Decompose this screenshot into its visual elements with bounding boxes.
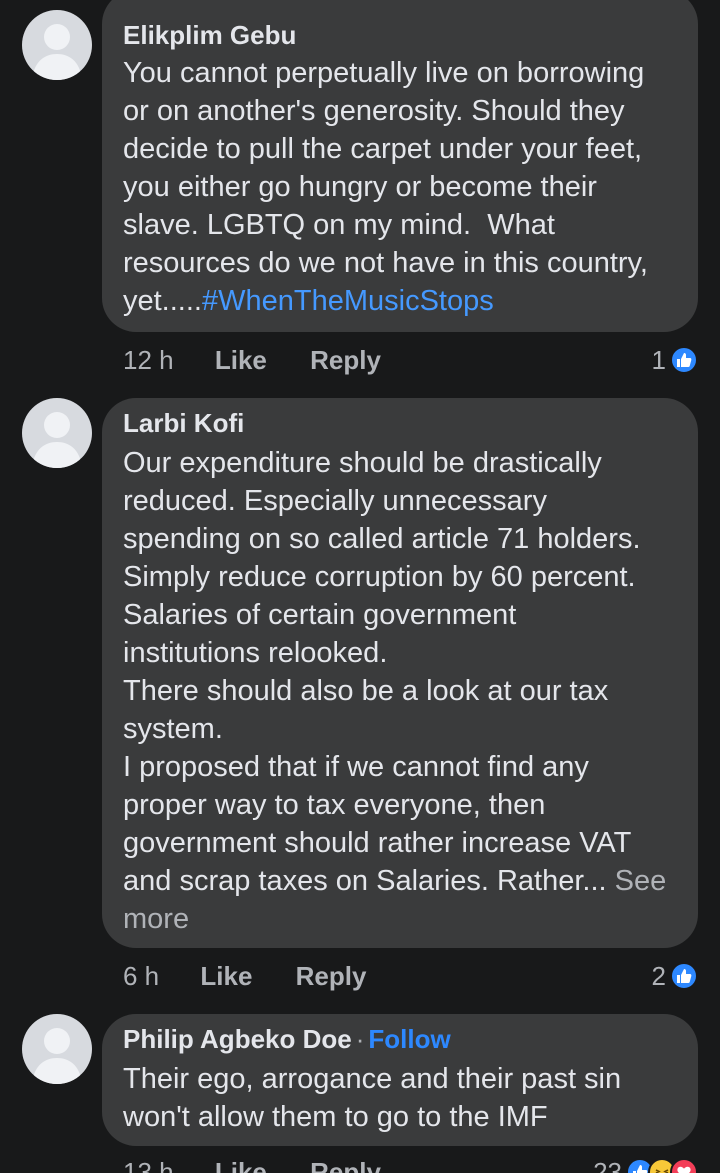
- follow-button[interactable]: Follow: [368, 1024, 450, 1054]
- like-button[interactable]: Like: [200, 961, 252, 991]
- comment-actions: 13 h Like Reply 23: [123, 1152, 698, 1173]
- reaction-count: 23: [593, 1157, 622, 1173]
- timestamp[interactable]: 13 h: [123, 1157, 174, 1173]
- like-icon: [670, 962, 698, 990]
- love-icon: [670, 1158, 698, 1173]
- reply-button[interactable]: Reply: [310, 1157, 381, 1173]
- default-user-icon: [32, 1028, 82, 1084]
- default-user-icon: [32, 24, 82, 80]
- reply-button[interactable]: Reply: [296, 961, 367, 991]
- reaction-summary[interactable]: 1: [652, 340, 698, 380]
- comment-text: Our expenditure should be drastically re…: [123, 447, 641, 897]
- avatar[interactable]: [22, 1014, 92, 1084]
- comment-feed: Elikplim Gebu You cannot perpetually liv…: [0, 0, 720, 1173]
- reaction-summary[interactable]: 23: [593, 1152, 698, 1173]
- like-button[interactable]: Like: [215, 345, 267, 375]
- author-name[interactable]: Elikplim Gebu: [123, 20, 296, 50]
- comment-text: You cannot perpetually live on borrowing…: [123, 57, 648, 317]
- reaction-summary[interactable]: 2: [652, 956, 698, 996]
- reaction-count: 2: [651, 961, 666, 991]
- comment-actions: 12 h Like Reply 1: [123, 340, 698, 380]
- comment-bubble: Elikplim Gebu You cannot perpetually liv…: [102, 0, 698, 332]
- author-name[interactable]: Philip Agbeko Doe: [123, 1024, 352, 1054]
- reaction-count: 1: [651, 345, 666, 375]
- comment-text: Their ego, arrogance and their past sin …: [123, 1063, 622, 1133]
- hashtag-link[interactable]: #WhenTheMusicStops: [202, 285, 494, 317]
- author-name[interactable]: Larbi Kofi: [123, 408, 244, 438]
- comment-bubble: Philip Agbeko Doe · Follow Their ego, arro…: [102, 1014, 698, 1146]
- timestamp[interactable]: 6 h: [123, 961, 159, 991]
- timestamp[interactable]: 12 h: [123, 345, 174, 375]
- comment-actions: 6 h Like Reply 2: [123, 956, 698, 996]
- avatar[interactable]: [22, 10, 92, 80]
- default-user-icon: [32, 412, 82, 468]
- separator-dot: ·: [355, 1024, 365, 1054]
- avatar[interactable]: [22, 398, 92, 468]
- like-icon: [670, 346, 698, 374]
- reply-button[interactable]: Reply: [310, 345, 381, 375]
- comment-bubble: Larbi Kofi Our expenditure should be dra…: [102, 398, 698, 948]
- like-button[interactable]: Like: [215, 1157, 267, 1173]
